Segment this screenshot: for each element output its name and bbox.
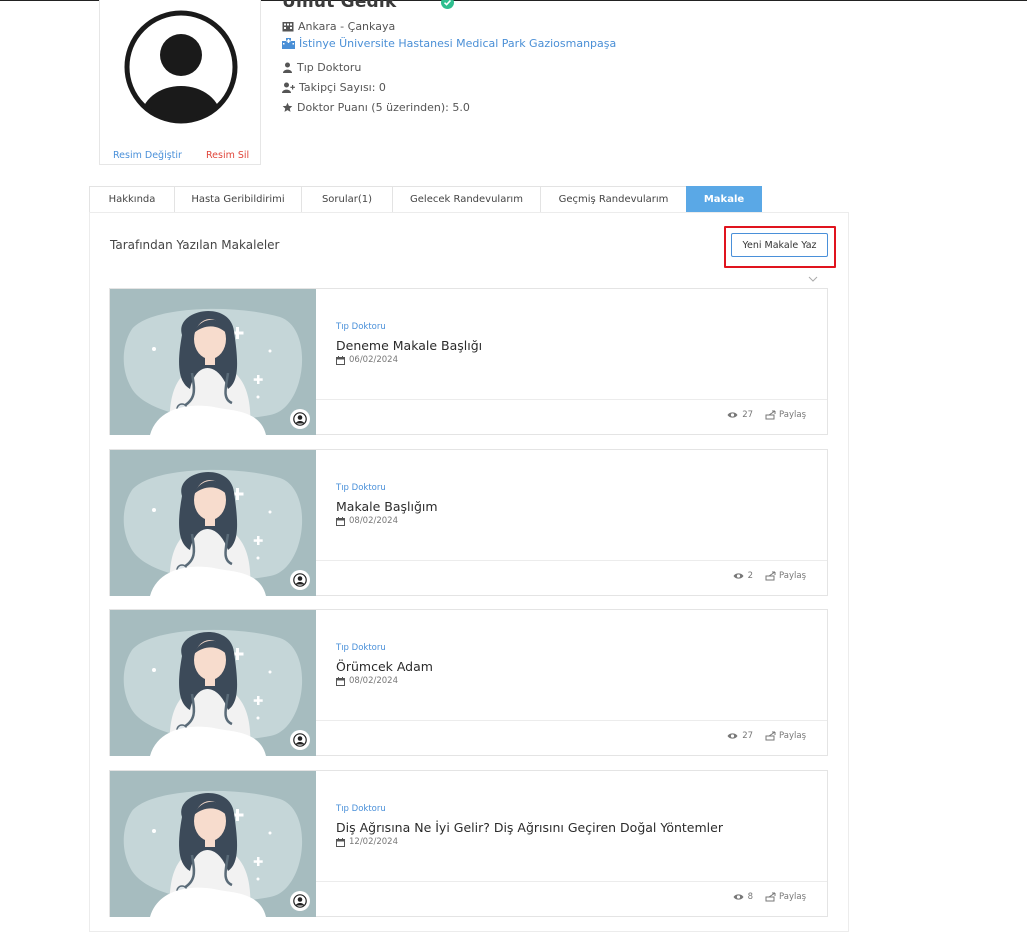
- article-category: Tıp Doktoru: [336, 322, 386, 332]
- specialty-row: Tıp Doktoru: [282, 61, 361, 74]
- share-label: Paylaş: [779, 892, 806, 902]
- article-title[interactable]: Makale Başlığım: [336, 499, 438, 514]
- profile-photo-card: Resim Değiştir Resim Sil: [99, 0, 261, 165]
- author-avatar-icon[interactable]: [290, 891, 310, 911]
- card-divider: [316, 399, 827, 400]
- profile-tabs: Hakkında Hasta Geribildirimi Sorular(1) …: [89, 186, 762, 212]
- eye-icon: [733, 573, 744, 579]
- article-title[interactable]: Deneme Makale Başlığı: [336, 338, 482, 353]
- article-card[interactable]: Tıp Doktoru Makale Başlığım 08/02/2024 2: [109, 449, 828, 596]
- article-meta: 8 Paylaş: [733, 892, 806, 902]
- article-card[interactable]: Tıp Doktoru Örümcek Adam 08/02/2024 27 P…: [109, 609, 828, 756]
- share-button[interactable]: Paylaş: [765, 731, 806, 741]
- article-date: 12/02/2024: [336, 837, 398, 847]
- hospital-link[interactable]: İstinye Üniversite Hastanesi Medical Par…: [299, 37, 616, 50]
- chevron-down-icon[interactable]: [808, 275, 818, 283]
- article-card[interactable]: Tıp Doktoru Deneme Makale Başlığı 06/02/…: [109, 288, 828, 435]
- tab-about[interactable]: Hakkında: [89, 186, 175, 212]
- calendar-icon: [336, 516, 345, 526]
- article-date: 06/02/2024: [336, 355, 398, 365]
- doctor-illustration: [110, 771, 316, 917]
- article-meta: 27 Paylaş: [727, 410, 806, 420]
- section-title: Tarafından Yazılan Makaleler: [110, 238, 280, 252]
- specialty-text: Tıp Doktoru: [297, 61, 362, 74]
- calendar-icon: [336, 676, 345, 686]
- article-category: Tıp Doktoru: [336, 483, 386, 493]
- card-divider: [316, 881, 827, 882]
- rating-text: Doktor Puanı (5 üzerinden): 5.0: [297, 101, 470, 114]
- view-count: 27: [742, 410, 754, 420]
- building-icon: [282, 22, 294, 32]
- author-avatar-icon[interactable]: [290, 730, 310, 750]
- followers-text: Takipçi Sayısı: 0: [299, 81, 386, 94]
- location-row: Ankara - Çankaya: [282, 20, 395, 33]
- rating-row: Doktor Puanı (5 üzerinden): 5.0: [282, 101, 470, 114]
- doctor-icon: [283, 62, 292, 73]
- new-article-button[interactable]: Yeni Makale Yaz: [731, 233, 828, 257]
- view-count: 27: [742, 731, 754, 741]
- article-thumbnail[interactable]: [110, 450, 316, 596]
- tab-patient-feedback[interactable]: Hasta Geribildirimi: [174, 186, 302, 212]
- article-thumbnail[interactable]: [110, 289, 316, 435]
- article-title[interactable]: Diş Ağrısına Ne İyi Gelir? Diş Ağrısını …: [336, 820, 723, 835]
- followers-row: Takipçi Sayısı: 0: [282, 81, 386, 94]
- article-title[interactable]: Örümcek Adam: [336, 659, 433, 674]
- card-divider: [316, 720, 827, 721]
- view-count: 8: [747, 892, 754, 902]
- article-date-text: 06/02/2024: [349, 355, 398, 365]
- share-label: Paylaş: [779, 410, 806, 420]
- article-card[interactable]: Tıp Doktoru Diş Ağrısına Ne İyi Gelir? D…: [109, 770, 828, 917]
- share-label: Paylaş: [779, 731, 806, 741]
- share-button[interactable]: Paylaş: [765, 410, 806, 420]
- article-date-text: 08/02/2024: [349, 516, 398, 526]
- share-icon: [765, 892, 776, 902]
- doctor-illustration: [110, 450, 316, 596]
- eye-icon: [727, 412, 738, 418]
- eye-icon: [727, 733, 738, 739]
- tab-articles[interactable]: Makale: [686, 186, 762, 212]
- article-meta: 27 Paylaş: [727, 731, 806, 741]
- share-button[interactable]: Paylaş: [765, 892, 806, 902]
- user-plus-icon: [282, 82, 295, 93]
- article-category: Tıp Doktoru: [336, 804, 386, 814]
- card-divider: [316, 560, 827, 561]
- article-thumbnail[interactable]: [110, 610, 316, 756]
- calendar-icon: [336, 355, 345, 365]
- hospital-row[interactable]: İstinye Üniversite Hastanesi Medical Par…: [282, 37, 616, 50]
- share-icon: [765, 731, 776, 741]
- star-icon: [282, 102, 293, 112]
- calendar-icon: [336, 837, 345, 847]
- location-text: Ankara - Çankaya: [298, 20, 396, 33]
- doctor-illustration: [110, 289, 316, 435]
- view-count: 2: [747, 571, 754, 581]
- author-avatar-icon[interactable]: [290, 570, 310, 590]
- eye-icon: [733, 894, 744, 900]
- share-icon: [765, 410, 776, 420]
- article-date: 08/02/2024: [336, 516, 398, 526]
- share-button[interactable]: Paylaş: [765, 571, 806, 581]
- article-date-text: 12/02/2024: [349, 837, 398, 847]
- tab-upcoming-appointments[interactable]: Gelecek Randevularım: [392, 186, 541, 212]
- avatar: [124, 10, 238, 124]
- doctor-illustration: [110, 610, 316, 756]
- share-label: Paylaş: [779, 571, 806, 581]
- article-date: 08/02/2024: [336, 676, 398, 686]
- share-icon: [765, 571, 776, 581]
- article-category: Tıp Doktoru: [336, 643, 386, 653]
- change-photo-link[interactable]: Resim Değiştir: [113, 150, 182, 161]
- article-meta: 2 Paylaş: [733, 571, 806, 581]
- verified-check-icon: [441, 0, 454, 9]
- doctor-name: Umut Gedik: [282, 0, 397, 12]
- tab-past-appointments[interactable]: Geçmiş Randevularım: [540, 186, 687, 212]
- tab-questions[interactable]: Sorular(1): [301, 186, 393, 212]
- author-avatar-icon[interactable]: [290, 409, 310, 429]
- article-date-text: 08/02/2024: [349, 676, 398, 686]
- hospital-icon: [282, 38, 295, 49]
- article-thumbnail[interactable]: [110, 771, 316, 917]
- remove-photo-link[interactable]: Resim Sil: [206, 150, 249, 161]
